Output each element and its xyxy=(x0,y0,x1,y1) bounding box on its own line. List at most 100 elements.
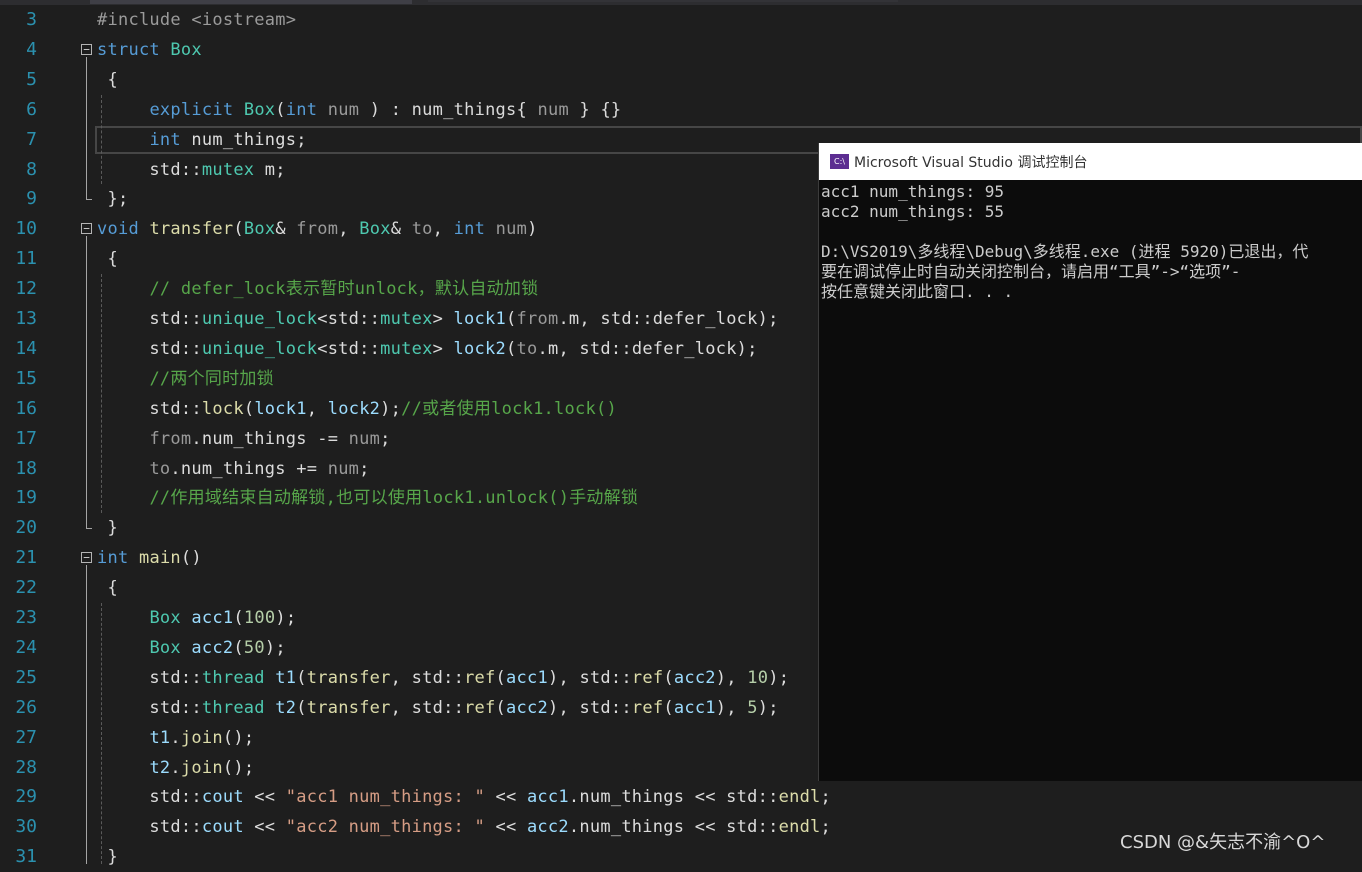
code-token: ) xyxy=(527,219,538,240)
code-token: ( xyxy=(495,697,507,718)
code-token: ); xyxy=(380,398,402,419)
code-token: //作用域结束自动解锁,也可以使用lock1.unlock()手动解锁 xyxy=(149,488,639,509)
code-token: <std:: xyxy=(317,338,381,359)
code-text: int main() xyxy=(97,543,202,573)
code-token: int xyxy=(285,99,318,120)
code-token: }; xyxy=(97,189,129,210)
editor-tab-inactive[interactable] xyxy=(428,0,898,2)
code-token: from xyxy=(149,428,192,449)
code-token: cout xyxy=(201,787,244,808)
code-token: .num_things -= xyxy=(191,428,349,449)
code-token: ); xyxy=(275,608,297,628)
code-token: num xyxy=(327,99,360,120)
code-token: .m, std::defer_lock); xyxy=(558,309,779,329)
code-token: > xyxy=(432,309,454,329)
code-token: //或者使用lock1.lock() xyxy=(401,398,617,419)
code-line[interactable]: 4 − struct Box xyxy=(0,35,1362,65)
code-text: std::unique_lock<std::mutex> lock2(to.m,… xyxy=(97,334,758,364)
code-token: acc2 xyxy=(191,637,234,658)
code-token: ref xyxy=(464,697,496,718)
code-token: lock1 xyxy=(453,309,506,329)
code-token: ( xyxy=(233,608,244,628)
code-token: acc2 xyxy=(673,667,716,688)
code-text: std::mutex m; xyxy=(97,155,286,185)
collapse-icon[interactable]: − xyxy=(81,223,92,235)
code-token: join xyxy=(180,757,223,778)
code-token: , xyxy=(432,219,454,240)
line-number: 17 xyxy=(15,427,37,449)
code-token: , xyxy=(338,219,360,240)
code-token: cout xyxy=(201,817,244,838)
console-title: Microsoft Visual Studio 调试控制台 xyxy=(854,155,1088,171)
code-token: thread xyxy=(201,697,265,718)
debug-console-window[interactable]: C:\ Microsoft Visual Studio 调试控制台 acc1 n… xyxy=(818,143,1362,781)
code-text: int num_things; xyxy=(97,125,307,155)
code-token: mutex xyxy=(380,309,433,329)
code-token: 5 xyxy=(747,697,758,718)
code-token: int xyxy=(97,548,129,569)
code-line[interactable]: 5 { xyxy=(0,65,1362,95)
code-token: 10 xyxy=(747,667,769,688)
code-token: to xyxy=(516,338,538,359)
code-token: "acc1 num_things: " xyxy=(285,787,485,808)
line-number: 9 xyxy=(26,188,37,210)
code-token: #include <iostream> xyxy=(97,10,297,30)
code-token: { xyxy=(97,69,118,90)
csdn-watermark: CSDN @&矢志不渝^O^ xyxy=(1120,832,1326,853)
code-token: ( xyxy=(505,338,517,359)
fold-region-end xyxy=(86,528,92,530)
code-line[interactable]: 3 #include <iostream> xyxy=(0,5,1362,35)
code-text: from.num_things -= num; xyxy=(97,424,391,454)
collapse-icon[interactable]: − xyxy=(81,552,92,564)
line-number: 4 xyxy=(26,38,37,60)
fold-region-line xyxy=(86,56,87,200)
console-line: acc1 num_things: 95 xyxy=(821,182,1005,201)
code-token: ref xyxy=(464,667,496,688)
code-token: lock1 xyxy=(254,398,307,419)
line-number: 16 xyxy=(15,397,37,419)
code-line[interactable]: 29 std::cout << "acc1 num_things: " << a… xyxy=(0,782,1362,812)
code-token: num_things; xyxy=(180,129,307,150)
code-text: std::cout << "acc1 num_things: " << acc1… xyxy=(97,782,831,812)
code-text: t2.join(); xyxy=(97,753,254,783)
line-number: 31 xyxy=(15,846,37,868)
code-token: std:: xyxy=(97,159,202,180)
code-token: ; xyxy=(359,458,370,479)
code-token: acc1 xyxy=(191,608,234,628)
console-line: 按任意键关闭此窗口. . . xyxy=(821,282,1014,301)
code-token: num xyxy=(537,99,569,120)
code-line[interactable]: 6 explicit Box(int num ) : num_things{ n… xyxy=(0,95,1362,125)
line-number: 5 xyxy=(26,68,37,90)
code-token: ref xyxy=(631,667,664,688)
code-token: , std:: xyxy=(390,667,465,688)
console-title-bar[interactable]: C:\ Microsoft Visual Studio 调试控制台 xyxy=(819,143,1362,180)
code-text: } xyxy=(97,513,118,543)
code-token: 50 xyxy=(243,637,265,658)
code-token: acc2 xyxy=(506,697,548,718)
code-token: ); xyxy=(757,697,779,718)
code-token: unique_lock xyxy=(201,309,318,329)
console-line: D:\VS2019\多线程\Debug\多线程.exe (进程 5920)已退出… xyxy=(821,242,1309,261)
line-number: 20 xyxy=(15,517,37,539)
code-token: ( xyxy=(243,398,255,419)
console-output: acc1 num_things: 95 acc2 num_things: 55 D… xyxy=(821,182,1362,302)
fold-region-end xyxy=(86,199,92,201)
code-token: ( xyxy=(296,667,307,688)
code-token: ( xyxy=(663,697,674,718)
code-token: unique_lock xyxy=(201,338,318,359)
collapse-icon[interactable]: − xyxy=(81,43,92,55)
code-token: ); xyxy=(264,637,286,658)
code-token: () xyxy=(180,548,202,569)
indent-guide xyxy=(101,603,102,864)
code-text: struct Box xyxy=(97,35,202,65)
code-text: std::lock(lock1, lock2);//或者使用lock1.lock… xyxy=(97,394,617,424)
code-token: << xyxy=(243,817,286,838)
code-token: , xyxy=(306,398,328,419)
